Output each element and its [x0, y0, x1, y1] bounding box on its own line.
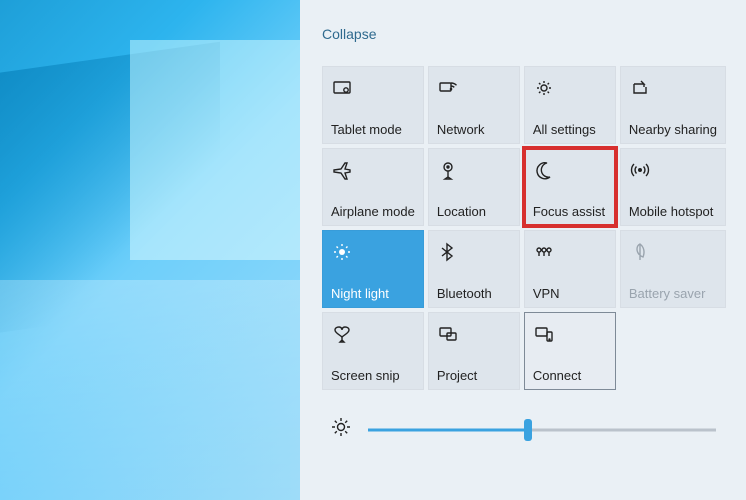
brightness-slider[interactable] [368, 419, 716, 441]
tile-label: All settings [533, 122, 607, 137]
tile-label: Night light [331, 286, 415, 301]
tile-label: Bluetooth [437, 286, 511, 301]
hotspot-icon [629, 157, 717, 183]
tile-connect[interactable]: Connect [524, 312, 616, 390]
tile-label: VPN [533, 286, 607, 301]
desktop-wallpaper [0, 0, 300, 500]
night-light-icon [331, 239, 415, 265]
brightness-slider-fill [368, 428, 528, 431]
brightness-slider-thumb[interactable] [524, 419, 532, 441]
tile-network[interactable]: Network [428, 66, 520, 144]
connect-icon [533, 321, 607, 347]
tile-airplane-mode[interactable]: Airplane mode [322, 148, 424, 226]
tablet-mode-icon [331, 75, 415, 101]
tile-label: Airplane mode [331, 204, 415, 219]
collapse-link[interactable]: Collapse [322, 14, 376, 60]
tile-label: Location [437, 204, 511, 219]
tile-label: Screen snip [331, 368, 415, 383]
tile-tablet-mode[interactable]: Tablet mode [322, 66, 424, 144]
airplane-icon [331, 157, 415, 183]
tile-night-light[interactable]: Night light [322, 230, 424, 308]
gear-icon [533, 75, 607, 101]
location-pin-icon [437, 157, 511, 183]
tile-battery-saver: Battery saver [620, 230, 726, 308]
action-center-panel: Collapse Tablet mode Network All settings N… [300, 0, 746, 500]
tile-focus-assist[interactable]: Focus assist [524, 148, 616, 226]
vpn-icon [533, 239, 607, 265]
quick-action-tiles: Tablet mode Network All settings Nearby sha… [322, 66, 726, 390]
tile-label: Connect [533, 368, 607, 383]
tile-label: Focus assist [533, 204, 607, 219]
tile-label: Network [437, 122, 511, 137]
share-icon [629, 75, 717, 101]
tile-screen-snip[interactable]: Screen snip [322, 312, 424, 390]
tile-label: Tablet mode [331, 122, 415, 137]
network-icon [437, 75, 511, 101]
tile-label: Mobile hotspot [629, 204, 717, 219]
tile-label: Nearby sharing [629, 122, 717, 137]
brightness-icon [330, 416, 352, 443]
tile-label: Project [437, 368, 511, 383]
tile-all-settings[interactable]: All settings [524, 66, 616, 144]
tile-location[interactable]: Location [428, 148, 520, 226]
bluetooth-icon [437, 239, 511, 265]
tile-nearby-sharing[interactable]: Nearby sharing [620, 66, 726, 144]
leaf-icon [629, 239, 717, 265]
tile-bluetooth[interactable]: Bluetooth [428, 230, 520, 308]
tile-label: Battery saver [629, 286, 717, 301]
tile-project[interactable]: Project [428, 312, 520, 390]
tile-mobile-hotspot[interactable]: Mobile hotspot [620, 148, 726, 226]
tile-vpn[interactable]: VPN [524, 230, 616, 308]
snip-icon [331, 321, 415, 347]
brightness-control [322, 416, 726, 443]
project-icon [437, 321, 511, 347]
moon-icon [533, 157, 607, 183]
